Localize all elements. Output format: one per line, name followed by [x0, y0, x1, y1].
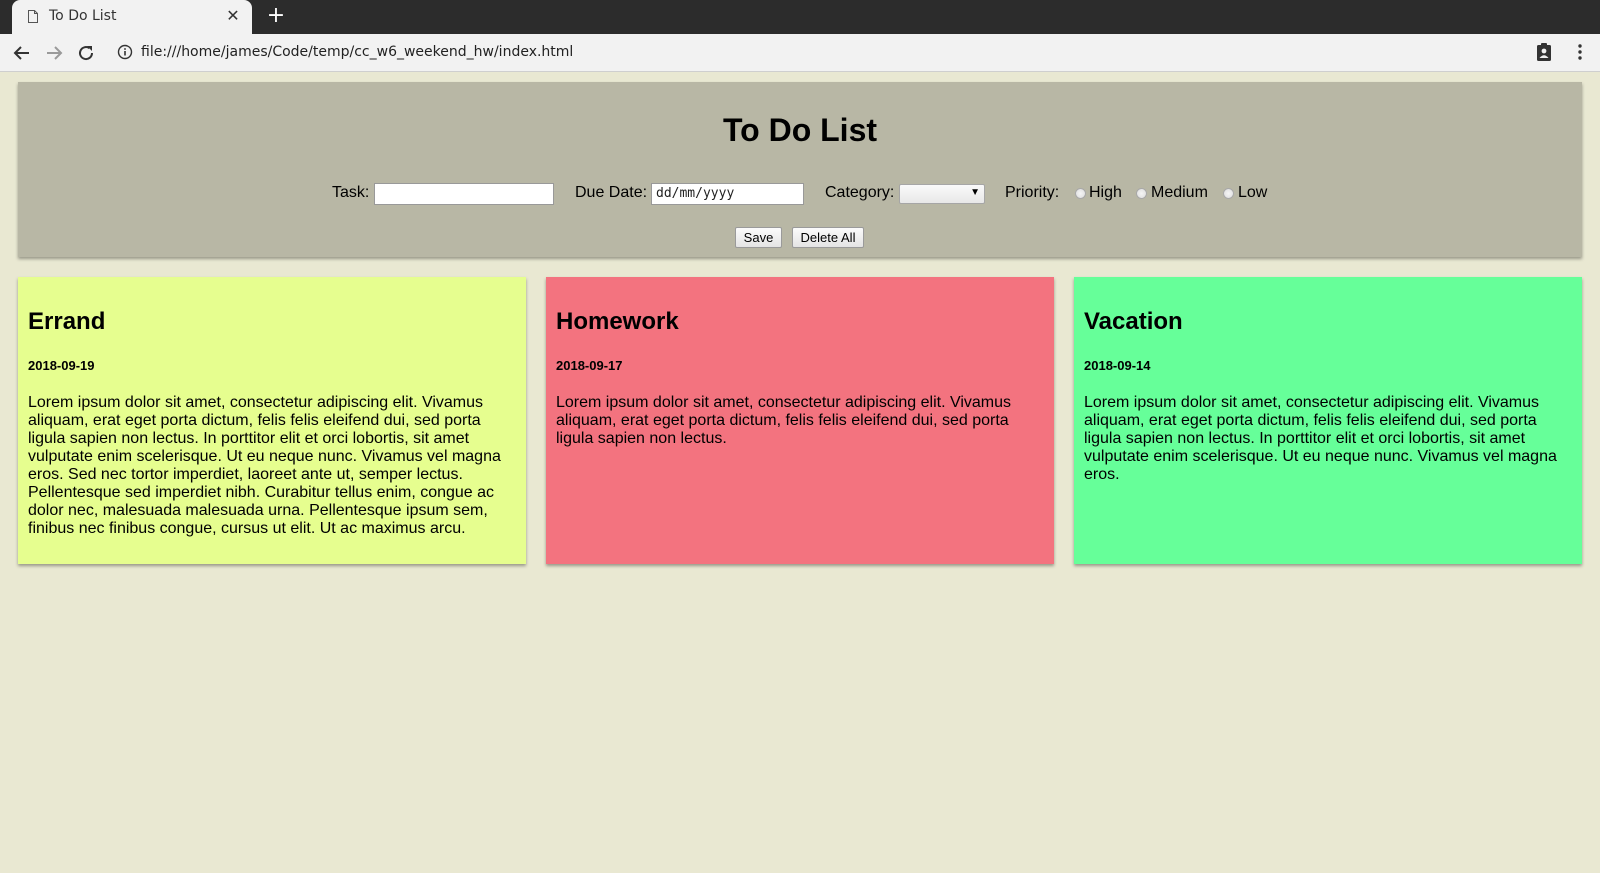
delete-all-button[interactable]: Delete All: [792, 227, 864, 248]
priority-option-medium: Medium: [1151, 184, 1208, 201]
priority-option-high: High: [1089, 184, 1122, 201]
arrow-left-icon[interactable]: [10, 41, 34, 65]
card-date: 2018-09-19: [28, 358, 95, 373]
priority-option-low: Low: [1238, 184, 1268, 201]
todo-card-errand: Errand 2018-09-19 Lorem ipsum dolor sit …: [18, 277, 526, 564]
header-panel: To Do List Task: Due Date: dd/mm/yyyy Ca…: [18, 82, 1582, 257]
close-icon[interactable]: ✕: [224, 7, 242, 25]
task-label: Task:: [332, 184, 370, 201]
card-description: Lorem ipsum dolor sit amet, consectetur …: [28, 394, 501, 537]
address-bar[interactable]: file:///home/james/Code/temp/cc_w6_weeke…: [141, 44, 573, 60]
kebab-menu-icon[interactable]: [1570, 42, 1590, 62]
card-description: Lorem ipsum dolor sit amet, consectetur …: [556, 394, 1012, 447]
plus-icon[interactable]: +: [264, 4, 288, 28]
due-date-label: Due Date:: [575, 184, 648, 201]
tab-title: To Do List: [49, 8, 117, 24]
save-button[interactable]: Save: [735, 227, 782, 248]
reload-icon[interactable]: [74, 41, 98, 65]
clipboard-person-icon[interactable]: [1534, 42, 1554, 62]
category-select[interactable]: ▼: [899, 184, 985, 204]
card-description: Lorem ipsum dolor sit amet, consectetur …: [1084, 394, 1557, 483]
todo-card-homework: Homework 2018-09-17 Lorem ipsum dolor si…: [546, 277, 1054, 564]
page-icon: [28, 10, 38, 23]
card-title: Errand: [28, 308, 106, 335]
priority-radio-high[interactable]: [1075, 188, 1086, 199]
card-date: 2018-09-14: [1084, 358, 1151, 373]
card-title: Vacation: [1084, 308, 1183, 335]
arrow-right-icon[interactable]: [42, 41, 66, 65]
task-input[interactable]: [374, 183, 554, 205]
card-date: 2018-09-17: [556, 358, 623, 373]
todo-card-vacation: Vacation 2018-09-14 Lorem ipsum dolor si…: [1074, 277, 1582, 564]
priority-radio-low[interactable]: [1223, 188, 1234, 199]
browser-tab[interactable]: To Do List ✕: [12, 0, 252, 34]
chevron-down-icon: ▼: [970, 187, 980, 198]
card-title: Homework: [556, 308, 679, 335]
priority-label: Priority:: [1005, 184, 1060, 201]
form-buttons: Save Delete All: [18, 227, 1582, 249]
priority-radio-medium[interactable]: [1136, 188, 1147, 199]
category-label: Category:: [825, 184, 895, 201]
due-date-input[interactable]: dd/mm/yyyy: [651, 183, 804, 205]
info-icon[interactable]: [117, 44, 133, 60]
browser-toolbar: file:///home/james/Code/temp/cc_w6_weeke…: [0, 34, 1600, 72]
task-form: Task: Due Date: dd/mm/yyyy Category: ▼ P…: [18, 182, 1582, 206]
browser-tab-strip: To Do List ✕ +: [0, 0, 1600, 34]
page-title: To Do List: [722, 112, 878, 148]
